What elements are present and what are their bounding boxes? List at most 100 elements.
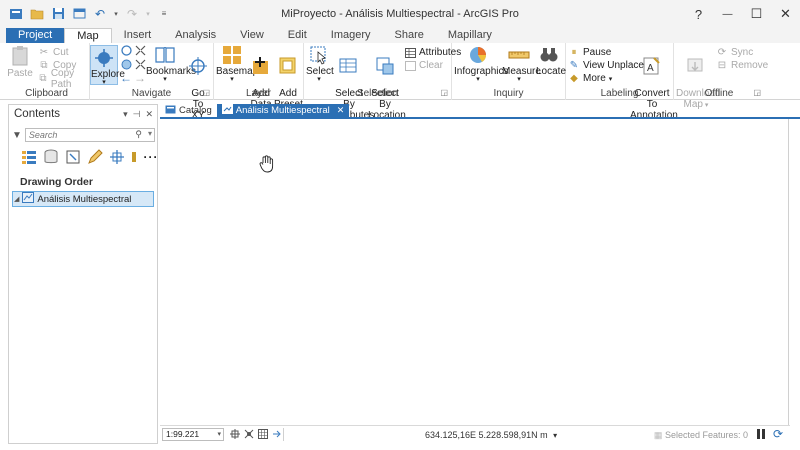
measure-dropdown-icon: ▾ bbox=[517, 76, 521, 83]
list-by-labeling-icon[interactable] bbox=[131, 149, 137, 165]
list-by-drawing-order-icon[interactable] bbox=[21, 149, 37, 165]
back-button[interactable]: ← bbox=[120, 71, 132, 85]
forward-button[interactable]: → bbox=[134, 71, 146, 85]
layer-group-label: Layer bbox=[245, 88, 271, 99]
pause-labeling-button[interactable]: ⏸ Pause bbox=[568, 46, 612, 59]
more-options-icon[interactable]: ··· bbox=[143, 149, 159, 165]
pane-close-icon[interactable]: ✕ bbox=[145, 109, 153, 120]
minimize-button[interactable]: — bbox=[713, 0, 742, 28]
fixed-zoom-out-button[interactable] bbox=[134, 59, 146, 71]
previous-extent-button[interactable] bbox=[120, 59, 132, 71]
map-view-tab-label: Análisis Multiespectral bbox=[235, 105, 330, 116]
pause-drawing-button[interactable] bbox=[757, 429, 767, 440]
sync-button[interactable]: ⟳ Sync bbox=[716, 46, 753, 59]
download-map-button[interactable]: Download Map ▾ bbox=[676, 45, 720, 111]
list-by-selection-icon[interactable] bbox=[65, 149, 81, 165]
expand-toggle-icon[interactable]: ◢ bbox=[14, 195, 19, 203]
rotation-icon[interactable] bbox=[272, 429, 282, 439]
explore-button[interactable]: Explore ▾ bbox=[90, 45, 125, 86]
paste-button[interactable]: Paste bbox=[6, 45, 34, 79]
tab-mapillary[interactable]: Mapillary bbox=[436, 28, 504, 43]
full-extent-button[interactable] bbox=[120, 45, 132, 57]
close-button[interactable]: ✕ bbox=[771, 0, 800, 28]
contents-pane: Contents ▾ ⊣ ✕ ▼ Search ⚲ ▾ ··· Drawing … bbox=[8, 104, 158, 444]
back-arrow-icon: ← bbox=[120, 71, 132, 85]
selection-group: Select ▾ Select By Attributes Select By … bbox=[304, 43, 461, 121]
fixed-zoom-in-button[interactable] bbox=[134, 45, 146, 57]
navigate-launcher-icon[interactable]: ◲ bbox=[202, 88, 210, 97]
basemap-button[interactable]: Basemap ▾ bbox=[216, 45, 258, 83]
cut-button[interactable]: ✂ Cut bbox=[38, 46, 69, 59]
search-placeholder: Search bbox=[28, 130, 58, 140]
offline-group-label: Offline bbox=[704, 88, 734, 99]
maximize-button[interactable]: ☐ bbox=[742, 0, 771, 28]
selected-features-label: Selected Features: 0 bbox=[664, 430, 748, 440]
filter-icon[interactable]: ▼ bbox=[12, 130, 22, 141]
locate-button[interactable]: Locate bbox=[536, 45, 566, 77]
infographics-icon bbox=[454, 45, 502, 65]
more-labeling-button[interactable]: ◆ More ▾ bbox=[568, 72, 612, 85]
pause-label: Pause bbox=[583, 47, 612, 58]
tab-imagery[interactable]: Imagery bbox=[319, 28, 383, 43]
navigate-group-label: Navigate bbox=[131, 88, 172, 99]
bookmarks-dropdown-icon: ▾ bbox=[163, 76, 167, 83]
add-data-icon bbox=[248, 56, 274, 76]
coordinates-readout: 634.125,16E 5.228.598,91N m ▾ bbox=[425, 430, 557, 440]
pin-icon[interactable]: ⊣ bbox=[133, 109, 141, 120]
scale-dropdown-icon[interactable]: ▾ bbox=[217, 429, 221, 440]
attribute-table-icon bbox=[404, 47, 416, 58]
select-button[interactable]: Select ▾ bbox=[306, 45, 334, 83]
tab-analysis[interactable]: Analysis bbox=[163, 28, 228, 43]
title-bar: ↶ ▾ ↷ ▾ ≡ MiProyecto - Análisis Multiesp… bbox=[0, 0, 800, 28]
coordinates-dropdown-icon[interactable]: ▾ bbox=[553, 431, 557, 440]
map-icon bbox=[22, 192, 35, 206]
tab-share[interactable]: Share bbox=[383, 28, 436, 43]
select-arrow-icon bbox=[306, 45, 332, 65]
help-button[interactable]: ? bbox=[684, 0, 713, 28]
tab-map[interactable]: Map bbox=[64, 28, 112, 43]
bookmarks-button[interactable]: Bookmarks ▾ bbox=[146, 45, 196, 83]
measure-button[interactable]: Measure ▾ bbox=[502, 45, 541, 83]
globe-icon bbox=[120, 59, 132, 70]
forward-arrow-icon: → bbox=[134, 71, 146, 85]
tab-edit[interactable]: Edit bbox=[276, 28, 319, 43]
tab-catalog[interactable]: Catalog bbox=[160, 104, 217, 117]
pane-options-icon[interactable]: ▾ bbox=[123, 109, 128, 120]
map-tree-item[interactable]: ◢ Análisis Multiespectral bbox=[12, 191, 154, 207]
select-by-location-icon bbox=[368, 56, 402, 76]
clear-button[interactable]: Clear bbox=[404, 59, 443, 72]
ruler-icon bbox=[502, 45, 536, 65]
infographics-dropdown-icon: ▾ bbox=[476, 76, 480, 83]
list-by-editing-icon[interactable] bbox=[87, 149, 103, 165]
more-label: More bbox=[583, 73, 606, 84]
list-by-data-source-icon[interactable] bbox=[43, 149, 59, 165]
copy-path-button[interactable]: ⧉ Copy Path bbox=[38, 68, 89, 90]
tab-map-view[interactable]: Análisis Multiespectral ✕ bbox=[216, 104, 350, 117]
selection-launcher-icon[interactable]: ◲ bbox=[440, 88, 448, 97]
map-view[interactable] bbox=[160, 119, 789, 425]
catalog-tab-label: Catalog bbox=[179, 105, 212, 116]
navigator-icon[interactable] bbox=[244, 429, 254, 439]
search-dropdown-icon[interactable]: ▾ bbox=[148, 129, 152, 138]
selection-group-label: Selection bbox=[356, 88, 399, 99]
tab-close-icon[interactable]: ✕ bbox=[337, 105, 345, 116]
tab-project[interactable]: Project bbox=[6, 28, 65, 43]
offline-launcher-icon[interactable]: ◲ bbox=[753, 88, 761, 97]
basemap-dropdown-icon: ▾ bbox=[230, 76, 234, 83]
list-by-snapping-icon[interactable] bbox=[109, 149, 125, 165]
download-map-icon bbox=[676, 56, 716, 76]
hand-cursor-icon bbox=[258, 155, 274, 176]
search-icon[interactable]: ⚲ bbox=[135, 129, 142, 140]
copy-path-icon: ⧉ bbox=[39, 73, 47, 84]
grid-icon[interactable] bbox=[258, 429, 268, 439]
more-dropdown-icon: ▾ bbox=[608, 75, 613, 83]
convert-to-annotation-icon: A bbox=[630, 56, 674, 76]
scale-input[interactable]: 1:99.221 ▾ bbox=[162, 428, 224, 441]
snapping-icon[interactable] bbox=[230, 429, 240, 439]
search-input[interactable]: Search ⚲ ▾ bbox=[24, 128, 155, 142]
remove-button[interactable]: ⊟ Remove bbox=[716, 59, 768, 72]
refresh-icon[interactable]: ⟳ bbox=[773, 428, 786, 441]
tab-insert[interactable]: Insert bbox=[112, 28, 164, 43]
tab-view[interactable]: View bbox=[228, 28, 276, 43]
infographics-button[interactable]: Infographics ▾ bbox=[454, 45, 508, 83]
